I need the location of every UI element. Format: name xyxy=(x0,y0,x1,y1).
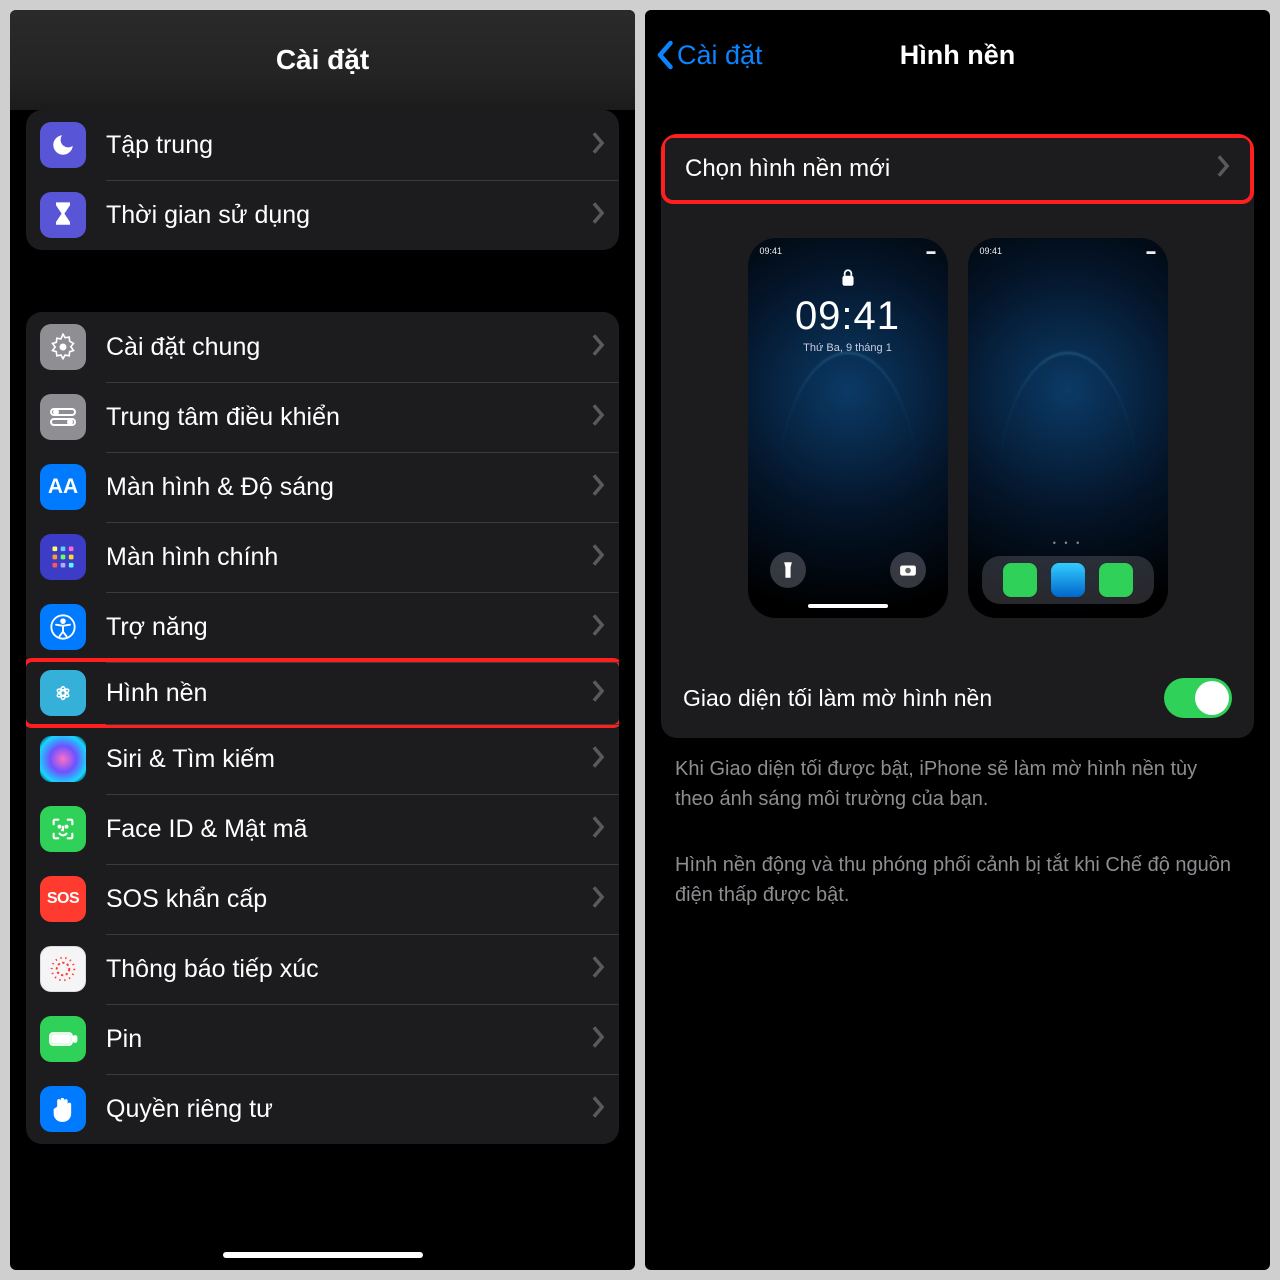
preview-status-bar: 09:41▬ xyxy=(748,246,948,256)
row-privacy[interactable]: Quyền riêng tư xyxy=(26,1074,619,1144)
row-control-center[interactable]: Trung tâm điều khiển xyxy=(26,382,619,452)
chevron-icon xyxy=(591,404,605,431)
settings-title: Cài đặt xyxy=(276,44,369,76)
toggle-label: Giao diện tối làm mờ hình nền xyxy=(683,685,1164,712)
chevron-icon xyxy=(591,614,605,641)
battery-icon xyxy=(40,1016,86,1062)
dock-phone-icon xyxy=(1003,563,1037,597)
row-focus[interactable]: Tập trung xyxy=(26,110,619,180)
dock-safari-icon xyxy=(1051,563,1085,597)
chevron-icon xyxy=(591,1026,605,1053)
gear-icon xyxy=(40,324,86,370)
chevron-icon xyxy=(591,956,605,983)
chevron-icon xyxy=(591,1096,605,1123)
row-display-brightness[interactable]: AA Màn hình & Độ sáng xyxy=(26,452,619,522)
chevron-icon xyxy=(591,816,605,843)
camera-icon xyxy=(890,552,926,588)
phone-right: Cài đặt Hình nền Chọn hình nền mới 09:41… xyxy=(645,10,1270,1270)
flower-icon xyxy=(40,670,86,716)
text-size-icon: AA xyxy=(40,464,86,510)
row-general[interactable]: Cài đặt chung xyxy=(26,312,619,382)
row-label: Cài đặt chung xyxy=(106,333,591,362)
settings-title-bar: Cài đặt xyxy=(10,10,635,110)
chevron-icon xyxy=(591,474,605,501)
preview-date: Thứ Ba, 9 tháng 1 xyxy=(748,342,948,354)
row-label: Màn hình chính xyxy=(106,543,591,572)
home-indicator xyxy=(223,1252,423,1258)
row-label: Face ID & Mật mã xyxy=(106,815,591,844)
accessibility-icon xyxy=(40,604,86,650)
nav-bar: Cài đặt Hình nền xyxy=(645,10,1270,100)
dark-dim-switch[interactable] xyxy=(1164,678,1232,718)
dock-messages-icon xyxy=(1099,563,1133,597)
chevron-icon xyxy=(591,202,605,229)
settings-group-2: Cài đặt chung Trung tâm điều khiển AA Mà… xyxy=(26,312,619,1144)
row-label: Màn hình & Độ sáng xyxy=(106,473,591,502)
moon-icon xyxy=(40,122,86,168)
choose-label: Chọn hình nền mới xyxy=(685,155,1216,183)
row-accessibility[interactable]: Trợ năng xyxy=(26,592,619,662)
row-label: Trung tâm điều khiển xyxy=(106,403,591,432)
lock-icon xyxy=(840,268,856,293)
home-screen-preview[interactable]: 09:41▬ • • • xyxy=(968,238,1168,618)
lock-screen-preview[interactable]: 09:41▬ 09:41 Thứ Ba, 9 tháng 1 xyxy=(748,238,948,618)
chevron-icon xyxy=(1216,155,1230,184)
row-wallpaper[interactable]: Hình nền xyxy=(26,658,619,728)
flashlight-icon xyxy=(770,552,806,588)
row-siri[interactable]: Siri & Tìm kiếm xyxy=(26,724,619,794)
row-battery[interactable]: Pin xyxy=(26,1004,619,1074)
covid-icon xyxy=(40,946,86,992)
page-dots: • • • xyxy=(968,538,1168,548)
preview-dock xyxy=(982,556,1154,604)
row-exposure-notifications[interactable]: Thông báo tiếp xúc xyxy=(26,934,619,1004)
chevron-icon xyxy=(591,886,605,913)
chevron-icon xyxy=(591,680,605,707)
choose-wallpaper-row[interactable]: Chọn hình nền mới xyxy=(661,134,1254,204)
row-label: SOS khẩn cấp xyxy=(106,885,591,914)
chevron-left-icon xyxy=(657,40,675,70)
row-emergency-sos[interactable]: SOS SOS khẩn cấp xyxy=(26,864,619,934)
sos-icon: SOS xyxy=(40,876,86,922)
preview-home-indicator xyxy=(808,604,888,608)
chevron-icon xyxy=(591,334,605,361)
preview-status-bar: 09:41▬ xyxy=(968,246,1168,256)
row-label: Pin xyxy=(106,1025,591,1054)
wallpaper-previews: 09:41▬ 09:41 Thứ Ba, 9 tháng 1 09:41▬ • … xyxy=(661,204,1254,658)
preview-time: 09:41 xyxy=(748,294,948,339)
row-label: Tập trung xyxy=(106,131,591,160)
back-button[interactable]: Cài đặt xyxy=(657,40,763,71)
chevron-icon xyxy=(591,544,605,571)
grid-icon xyxy=(40,534,86,580)
wallpaper-group: Chọn hình nền mới 09:41▬ 09:41 Thứ Ba, 9… xyxy=(661,134,1254,738)
footer-note-2: Hình nền động và thu phóng phối cảnh bị … xyxy=(675,850,1240,910)
hand-icon xyxy=(40,1086,86,1132)
row-label: Hình nền xyxy=(106,679,591,708)
dark-dim-row[interactable]: Giao diện tối làm mờ hình nền xyxy=(661,658,1254,738)
row-label: Thông báo tiếp xúc xyxy=(106,955,591,984)
phone-left: Cài đặt Tập trung Thời gian sử dụng Cài … xyxy=(10,10,635,1270)
hourglass-icon xyxy=(40,192,86,238)
face-id-icon xyxy=(40,806,86,852)
footer-note-1: Khi Giao diện tối được bật, iPhone sẽ là… xyxy=(675,754,1240,814)
row-label: Siri & Tìm kiếm xyxy=(106,745,591,774)
row-label: Trợ năng xyxy=(106,613,591,642)
row-label: Quyền riêng tư xyxy=(106,1095,591,1124)
chevron-icon xyxy=(591,746,605,773)
row-label: Thời gian sử dụng xyxy=(106,201,591,230)
back-label: Cài đặt xyxy=(677,40,763,71)
siri-icon xyxy=(40,736,86,782)
chevron-icon xyxy=(591,132,605,159)
switches-icon xyxy=(40,394,86,440)
settings-group-1: Tập trung Thời gian sử dụng xyxy=(26,110,619,250)
row-face-id[interactable]: Face ID & Mật mã xyxy=(26,794,619,864)
row-home-screen[interactable]: Màn hình chính xyxy=(26,522,619,592)
row-screen-time[interactable]: Thời gian sử dụng xyxy=(26,180,619,250)
